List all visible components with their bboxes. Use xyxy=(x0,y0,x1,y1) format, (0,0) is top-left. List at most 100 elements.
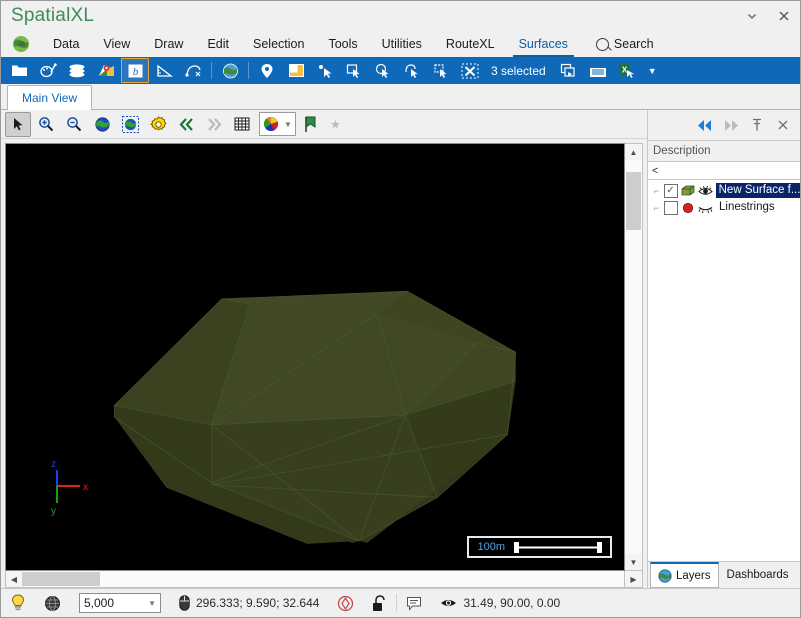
color-palette-dropdown-icon[interactable]: ▼ xyxy=(259,112,296,136)
menu-item-label: View xyxy=(103,37,131,51)
select-rectangle-icon[interactable] xyxy=(340,58,368,83)
chevron-down-icon[interactable]: ▼ xyxy=(625,554,642,570)
chevron-right-icon[interactable]: ▶ xyxy=(625,571,643,588)
status-light-bulb[interactable] xyxy=(1,589,35,617)
table-view-icon[interactable] xyxy=(584,58,612,83)
unlocked-padlock-icon xyxy=(372,594,387,612)
close-panel-icon[interactable] xyxy=(770,113,796,137)
scale-selector-cell: 5,000 ▼ xyxy=(70,589,170,617)
red-circle-icon xyxy=(681,202,695,214)
window-controls xyxy=(736,1,800,31)
palette-brush-icon[interactable] xyxy=(34,58,62,83)
curve-node-icon[interactable] xyxy=(179,58,207,83)
select-polygon-icon[interactable] xyxy=(427,58,455,83)
menu-item-routexl[interactable]: RouteXL xyxy=(434,31,507,57)
chevron-up-icon[interactable]: ▲ xyxy=(625,144,642,160)
collapse-right-icon[interactable] xyxy=(718,113,744,137)
chevron-down-icon[interactable]: ▼ xyxy=(284,120,292,129)
globe-zoom-selection-icon[interactable] xyxy=(117,112,143,137)
search-box[interactable]: Search xyxy=(580,31,664,57)
favorite-star-icon[interactable] xyxy=(326,112,346,137)
zoom-in-icon[interactable] xyxy=(33,112,59,137)
app-title: SpatialXL xyxy=(11,5,95,26)
tab-dashboards[interactable]: Dashboards xyxy=(719,562,797,588)
globe-zoom-extent-icon[interactable] xyxy=(89,112,115,137)
window-snip-icon[interactable] xyxy=(282,58,310,83)
eye-closed-icon[interactable] xyxy=(698,202,713,214)
menu-item-surfaces[interactable]: Surfaces xyxy=(507,31,580,57)
menu-item-selection[interactable]: Selection xyxy=(241,31,316,57)
chevron-left-icon[interactable]: ◀ xyxy=(6,571,22,587)
status-bar: 5,000 ▼ 296.333; 9.590; 32.644 31.49, 90… xyxy=(1,588,800,617)
zoom-out-icon[interactable] xyxy=(61,112,87,137)
select-lasso-icon[interactable] xyxy=(398,58,426,83)
bookmark-flag-icon[interactable] xyxy=(298,112,324,137)
hscroll-thumb[interactable] xyxy=(22,572,100,586)
3d-viewport[interactable]: z x y 100m xyxy=(5,143,625,571)
globe-ab-logo-icon[interactable]: AB xyxy=(1,31,41,57)
chevron-down-icon[interactable] xyxy=(736,1,768,31)
vscroll-thumb[interactable] xyxy=(626,172,641,230)
scale-bar-label: 100m xyxy=(477,541,505,553)
layer-checkbox[interactable]: ✓ xyxy=(663,183,678,198)
select-circle-icon[interactable] xyxy=(369,58,397,83)
pointer-select-icon[interactable] xyxy=(5,111,31,137)
layers-filter-row[interactable]: < xyxy=(648,162,800,180)
previous-view-icon[interactable] xyxy=(173,112,199,137)
menu-bar: AB Data View Draw Edit Selection Tools U… xyxy=(1,31,800,57)
layer-checkbox[interactable] xyxy=(664,200,678,215)
vscroll-track[interactable] xyxy=(625,160,642,554)
excel-export-icon[interactable]: X xyxy=(613,58,641,83)
open-folder-icon[interactable] xyxy=(5,58,33,83)
search-icon xyxy=(595,37,609,51)
triangle-measure-icon[interactable] xyxy=(150,58,178,83)
layers-panel: Description < ⌐ ✓ New Surface f... ⌐ Lin… xyxy=(648,110,800,588)
menu-item-tools[interactable]: Tools xyxy=(316,31,369,57)
copy-selection-icon[interactable] xyxy=(555,58,583,83)
pin-icon[interactable] xyxy=(744,113,770,137)
hscroll-track[interactable] xyxy=(22,571,624,587)
map-pin-icon[interactable] xyxy=(92,58,120,83)
layer-row-new-surface[interactable]: ⌐ ✓ New Surface f... xyxy=(648,182,800,199)
viewport-horizontal-scrollbar[interactable]: ◀ xyxy=(5,571,625,588)
scale-selector[interactable]: 5,000 ▼ xyxy=(79,593,161,613)
collapse-left-icon[interactable] xyxy=(692,113,718,137)
menu-item-view[interactable]: View xyxy=(91,31,142,57)
select-point-icon[interactable] xyxy=(311,58,339,83)
chevron-down-icon[interactable]: ▼ xyxy=(148,599,156,608)
settings-gear-icon[interactable] xyxy=(145,112,171,137)
layers-stack-icon[interactable] xyxy=(63,58,91,83)
status-camera-angles: 31.49, 90.00, 0.00 xyxy=(431,589,569,617)
location-pin-icon[interactable] xyxy=(253,58,281,83)
menu-item-utilities[interactable]: Utilities xyxy=(370,31,434,57)
target-icon xyxy=(337,595,354,612)
svg-text:b: b xyxy=(132,66,138,78)
status-target[interactable] xyxy=(328,589,363,617)
clear-selection-icon[interactable] xyxy=(456,58,484,83)
status-globe[interactable] xyxy=(35,589,70,617)
menu-item-draw[interactable]: Draw xyxy=(142,31,195,57)
menu-item-edit[interactable]: Edit xyxy=(195,31,241,57)
layers-column-header[interactable]: Description xyxy=(648,141,800,162)
grid-icon[interactable] xyxy=(229,112,255,137)
close-icon[interactable] xyxy=(768,1,800,31)
next-view-icon[interactable] xyxy=(201,112,227,137)
application-window: SpatialXL AB Data View Draw Edit Selecti… xyxy=(0,0,801,618)
viewport-vertical-scrollbar[interactable]: ▲ ▼ xyxy=(625,143,643,571)
overflow-caret-icon[interactable]: ▼ xyxy=(642,66,663,76)
tab-main-view[interactable]: Main View xyxy=(7,85,93,110)
eye-open-icon[interactable] xyxy=(697,185,713,197)
globe-icon[interactable] xyxy=(216,58,244,83)
svg-text:X: X xyxy=(622,66,628,75)
status-lock[interactable] xyxy=(363,589,396,617)
layer-label: Linestrings xyxy=(719,201,775,213)
blue-b-icon[interactable]: b xyxy=(121,58,149,83)
tree-connector-icon: ⌐ xyxy=(653,185,659,196)
main-split: ▼ z x y 100m ▲ ▼ ◀ ▶ Description < ⌐ ✓ N… xyxy=(1,110,800,588)
layer-row-linestrings[interactable]: ⌐ Linestrings xyxy=(648,199,800,216)
menu-item-data[interactable]: Data xyxy=(41,31,91,57)
status-note[interactable] xyxy=(397,589,431,617)
status-coordinates: 296.333; 9.590; 32.644 xyxy=(170,589,328,617)
tab-layers[interactable]: Layers xyxy=(650,562,719,588)
main-toolbar: b 3 selected X ▼ xyxy=(1,57,800,84)
